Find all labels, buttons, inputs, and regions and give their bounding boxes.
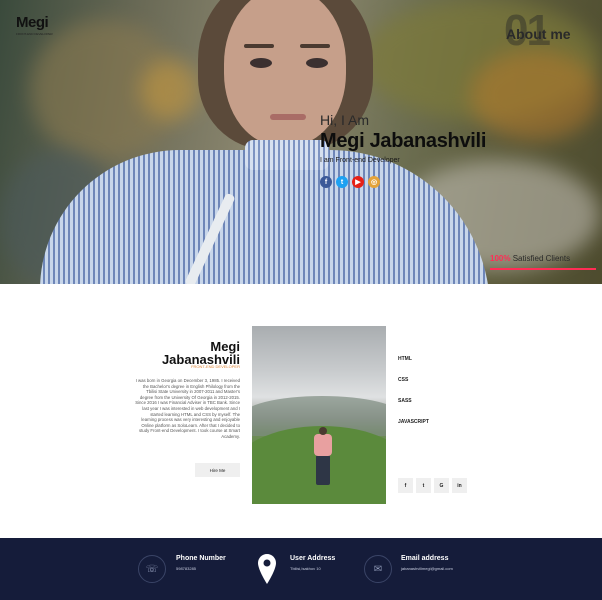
hero-intro: Hi, I Am Megi Jabanashvili I am Front-en… [320,112,580,188]
stat-underline [490,268,596,270]
email-title: Email address [401,555,449,562]
hire-me-button[interactable]: Hire Me [195,463,240,477]
skill-item: HTML [398,356,412,362]
about-social-links: f t G in [398,478,467,493]
phone-value[interactable]: 598783285 [176,566,196,571]
satisfied-clients-stat: 100% Satisfied Clients [490,254,570,263]
phone-title: Phone Number [176,555,226,562]
brand-name: Megi [16,14,49,31]
location-pin-icon [258,554,276,584]
section-title: About me [506,26,571,42]
hero-social-links: f t ▶ ◎ [320,176,580,188]
skill-item: JAVASCRIPT [398,419,429,425]
youtube-icon[interactable]: ▶ [352,176,364,188]
hero-role: I am Front-end Developer [320,157,400,164]
twitter-icon[interactable]: t [336,176,348,188]
hero-name: Megi Jabanashvili [320,130,487,152]
email-value[interactable]: jabanashvilimegi@gmail.com [401,566,453,571]
about-name: Megi Jabanashvili [161,339,240,367]
skills-list: HTML CSS SASS JAVASCRIPT [398,356,429,440]
facebook-icon[interactable]: f [320,176,332,188]
phone-icon: ☏ [138,555,166,583]
google-icon[interactable]: G [434,478,449,493]
contact-footer: ☏ Phone Number 598783285 User Address Tb… [0,538,602,600]
about-role: FRONT-END DEVELOPER [191,364,240,369]
address-title: User Address [290,555,336,562]
skill-item: SASS [398,398,412,404]
skill-item: CSS [398,377,409,383]
hero-greeting: Hi, I Am [320,112,370,128]
stat-label: Satisfied Clients [512,254,571,263]
email-icon: ✉ [364,555,392,583]
hero-section: Megi FRONT-END DEVELOPER 01 About me Hi,… [0,0,602,284]
section-heading: 01 About me [504,6,594,55]
profile-photo [252,326,386,504]
twitter-icon[interactable]: t [416,478,431,493]
brand-subtitle: FRONT-END DEVELOPER [16,32,53,36]
about-bio: I was born in Georgia on December 3, 198… [135,378,240,439]
rss-icon[interactable]: ◎ [368,176,380,188]
brand-logo[interactable]: Megi FRONT-END DEVELOPER [16,14,53,36]
address-value: Tbilisi,Isakhov 10 [290,566,321,571]
facebook-icon[interactable]: f [398,478,413,493]
linkedin-icon[interactable]: in [452,478,467,493]
stat-value: 100% [490,254,511,263]
